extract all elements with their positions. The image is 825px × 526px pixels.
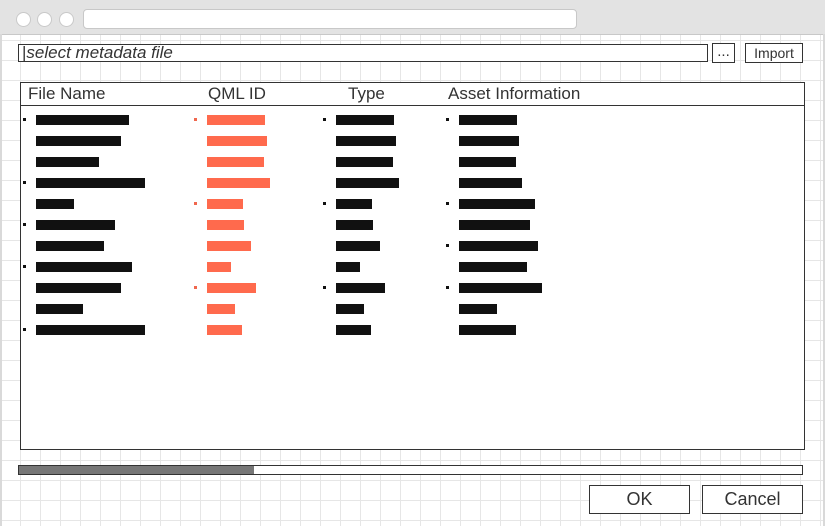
redacted-qml-id-cell bbox=[207, 178, 270, 188]
metadata-file-input[interactable]: |select metadata file bbox=[18, 44, 708, 62]
redacted-type-cell bbox=[336, 157, 393, 167]
table-row[interactable] bbox=[21, 115, 804, 136]
table-row[interactable] bbox=[21, 157, 804, 178]
redacted-asset-information-cell bbox=[459, 325, 516, 335]
redacted-asset-information-cell bbox=[459, 304, 497, 314]
row-marker bbox=[23, 223, 26, 226]
table-row[interactable] bbox=[21, 199, 804, 220]
redacted-file-name-cell bbox=[36, 220, 115, 230]
import-progress-bar bbox=[18, 465, 803, 475]
window-titlebar bbox=[0, 0, 825, 35]
table-header: File Name QML ID Type Asset Information bbox=[21, 83, 804, 106]
window-close-button[interactable] bbox=[16, 12, 31, 27]
redacted-file-name-cell bbox=[36, 199, 74, 209]
column-header-type[interactable]: Type bbox=[348, 84, 385, 104]
redacted-qml-id-cell bbox=[207, 325, 242, 335]
row-marker bbox=[194, 118, 197, 121]
window-minimize-button[interactable] bbox=[37, 12, 52, 27]
metadata-file-placeholder: select metadata file bbox=[26, 44, 173, 62]
redacted-qml-id-cell bbox=[207, 115, 265, 125]
table-row[interactable] bbox=[21, 220, 804, 241]
redacted-asset-information-cell bbox=[459, 199, 535, 209]
redacted-type-cell bbox=[336, 283, 385, 293]
row-marker bbox=[323, 202, 326, 205]
row-marker bbox=[23, 181, 26, 184]
ok-button[interactable]: OK bbox=[589, 485, 690, 514]
redacted-file-name-cell bbox=[36, 325, 145, 335]
redacted-file-name-cell bbox=[36, 304, 83, 314]
redacted-qml-id-cell bbox=[207, 283, 256, 293]
redacted-type-cell bbox=[336, 115, 394, 125]
redacted-type-cell bbox=[336, 178, 399, 188]
redacted-qml-id-cell bbox=[207, 304, 235, 314]
table-row[interactable] bbox=[21, 241, 804, 262]
redacted-type-cell bbox=[336, 220, 373, 230]
import-progress-fill bbox=[19, 466, 254, 474]
cancel-button[interactable]: Cancel bbox=[702, 485, 803, 514]
redacted-qml-id-cell bbox=[207, 241, 251, 251]
table-row[interactable] bbox=[21, 136, 804, 157]
redacted-qml-id-cell bbox=[207, 136, 267, 146]
table-row[interactable] bbox=[21, 325, 804, 346]
redacted-qml-id-cell bbox=[207, 262, 231, 272]
column-header-asset-information[interactable]: Asset Information bbox=[448, 84, 580, 104]
redacted-asset-information-cell bbox=[459, 157, 516, 167]
redacted-file-name-cell bbox=[36, 115, 129, 125]
table-row[interactable] bbox=[21, 262, 804, 283]
row-marker bbox=[23, 118, 26, 121]
redacted-asset-information-cell bbox=[459, 178, 522, 188]
redacted-type-cell bbox=[336, 241, 380, 251]
row-marker bbox=[194, 202, 197, 205]
row-marker bbox=[446, 118, 449, 121]
redacted-asset-information-cell bbox=[459, 220, 530, 230]
import-button[interactable]: Import bbox=[745, 43, 803, 63]
address-bar[interactable] bbox=[83, 9, 577, 29]
table-row[interactable] bbox=[21, 178, 804, 199]
redacted-type-cell bbox=[336, 304, 364, 314]
row-marker bbox=[323, 118, 326, 121]
row-marker bbox=[23, 265, 26, 268]
redacted-asset-information-cell bbox=[459, 115, 517, 125]
redacted-file-name-cell bbox=[36, 241, 104, 251]
redacted-qml-id-cell bbox=[207, 199, 243, 209]
redacted-file-name-cell bbox=[36, 283, 121, 293]
redacted-type-cell bbox=[336, 262, 360, 272]
redacted-qml-id-cell bbox=[207, 220, 244, 230]
row-marker bbox=[446, 244, 449, 247]
row-marker bbox=[194, 286, 197, 289]
row-marker bbox=[23, 328, 26, 331]
column-header-file-name[interactable]: File Name bbox=[28, 84, 105, 104]
window-maximize-button[interactable] bbox=[59, 12, 74, 27]
metadata-table: File Name QML ID Type Asset Information bbox=[20, 82, 805, 450]
window-frame-left bbox=[0, 34, 2, 526]
redacted-file-name-cell bbox=[36, 157, 99, 167]
redacted-asset-information-cell bbox=[459, 241, 538, 251]
table-row[interactable] bbox=[21, 283, 804, 304]
redacted-type-cell bbox=[336, 325, 371, 335]
redacted-file-name-cell bbox=[36, 178, 145, 188]
redacted-asset-information-cell bbox=[459, 283, 542, 293]
row-marker bbox=[323, 286, 326, 289]
row-marker bbox=[446, 286, 449, 289]
redacted-qml-id-cell bbox=[207, 157, 264, 167]
redacted-type-cell bbox=[336, 199, 372, 209]
row-marker bbox=[446, 202, 449, 205]
redacted-file-name-cell bbox=[36, 262, 132, 272]
redacted-asset-information-cell bbox=[459, 262, 527, 272]
redacted-type-cell bbox=[336, 136, 396, 146]
redacted-asset-information-cell bbox=[459, 136, 519, 146]
column-header-qml-id[interactable]: QML ID bbox=[208, 84, 266, 104]
browse-button[interactable]: ... bbox=[712, 43, 735, 63]
redacted-file-name-cell bbox=[36, 136, 121, 146]
table-row[interactable] bbox=[21, 304, 804, 325]
